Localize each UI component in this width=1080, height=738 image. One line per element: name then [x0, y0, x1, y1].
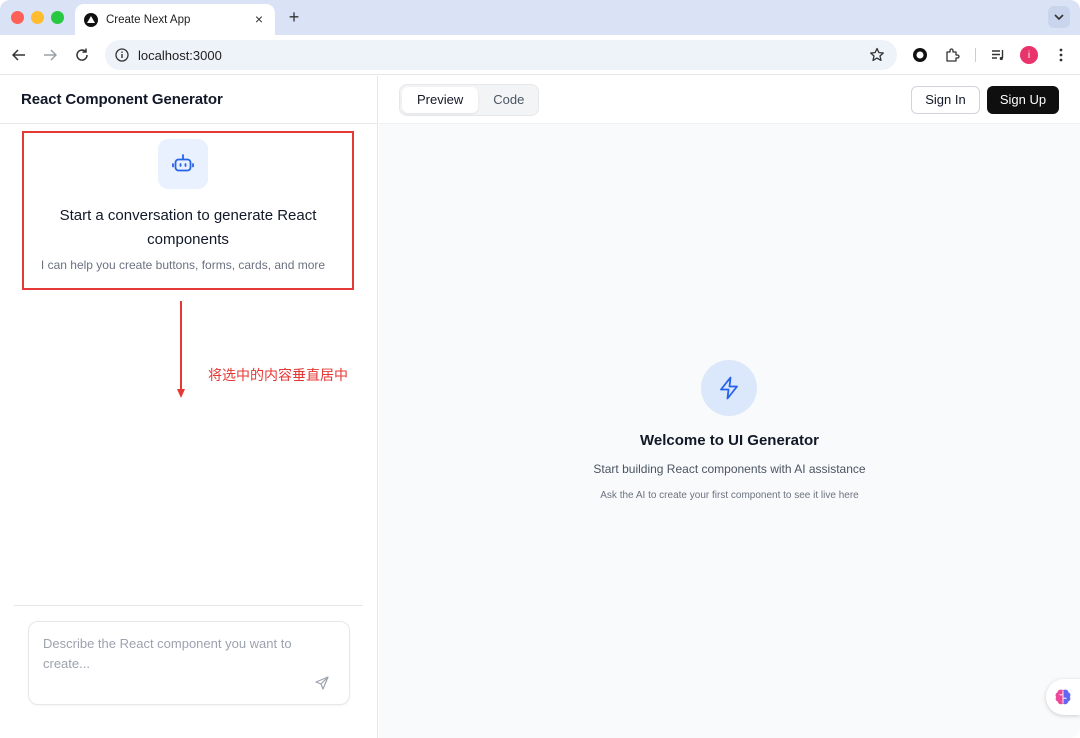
toolbar-separator: [975, 48, 976, 62]
annotation-arrow-head: [177, 389, 185, 398]
browser-tab[interactable]: Create Next App ×: [75, 4, 275, 35]
media-icon[interactable]: [988, 45, 1008, 65]
nextjs-favicon-icon: [84, 12, 98, 27]
star-icon[interactable]: [869, 47, 885, 63]
extensions-icon[interactable]: [942, 45, 962, 65]
sign-up-button[interactable]: Sign Up: [987, 86, 1059, 114]
app: React Component Generator Start a conver…: [0, 76, 1080, 738]
maximize-window-button[interactable]: [51, 11, 64, 24]
welcome-hint: Ask the AI to create your first componen…: [600, 490, 859, 501]
app-title: React Component Generator: [21, 91, 223, 108]
address-bar[interactable]: localhost:3000: [105, 40, 897, 70]
brain-icon[interactable]: [1046, 679, 1080, 715]
tab-strip: Create Next App × +: [0, 0, 1080, 35]
bolt-icon: [701, 360, 757, 416]
minimize-window-button[interactable]: [31, 11, 44, 24]
plus-icon[interactable]: +: [285, 7, 303, 27]
sidebar-divider: [14, 605, 363, 606]
more-icon[interactable]: [1051, 45, 1071, 65]
send-icon[interactable]: [315, 676, 331, 692]
bot-icon: [158, 139, 208, 189]
url-text: localhost:3000: [138, 47, 222, 63]
back-icon[interactable]: [9, 45, 29, 65]
tab-code[interactable]: Code: [478, 87, 539, 113]
preview-panel: Preview Code Sign In Sign Up Welcome to …: [379, 76, 1080, 738]
view-toggle: Preview Code: [399, 84, 539, 116]
browser-toolbar: localhost:3000 i: [0, 35, 1080, 75]
chevron-down-icon: [1054, 14, 1064, 20]
record-icon[interactable]: [910, 45, 930, 65]
prompt-input[interactable]: [43, 634, 313, 678]
profile-avatar[interactable]: i: [1020, 46, 1038, 64]
forward-icon[interactable]: [40, 45, 60, 65]
chat-sidebar: React Component Generator Start a conver…: [0, 76, 378, 738]
sign-in-button[interactable]: Sign In: [911, 86, 980, 114]
tab-title: Create Next App: [106, 13, 191, 26]
reload-icon[interactable]: [72, 45, 92, 65]
tab-search-button[interactable]: [1048, 6, 1070, 28]
welcome-subtitle: Start building React components with AI …: [593, 462, 866, 476]
annotation-text: 将选中的内容垂直居中: [208, 368, 348, 384]
tab-preview[interactable]: Preview: [402, 87, 479, 113]
info-icon[interactable]: [114, 47, 130, 63]
annotation-arrow: [180, 301, 182, 391]
prompt-box: [28, 621, 350, 705]
empty-state-subtitle: I can help you create buttons, forms, ca…: [40, 258, 326, 272]
browser-window: Create Next App × + localhost:3000 i Rea…: [0, 0, 1080, 738]
empty-state-highlight: Start a conversation to generate React c…: [22, 131, 354, 290]
close-icon[interactable]: ×: [251, 11, 267, 27]
sidebar-header: React Component Generator: [0, 76, 377, 124]
empty-state-title: Start a conversation to generate React c…: [59, 207, 317, 248]
welcome-title: Welcome to UI Generator: [640, 432, 819, 449]
close-window-button[interactable]: [11, 11, 24, 24]
preview-header: Preview Code Sign In Sign Up: [379, 76, 1080, 124]
